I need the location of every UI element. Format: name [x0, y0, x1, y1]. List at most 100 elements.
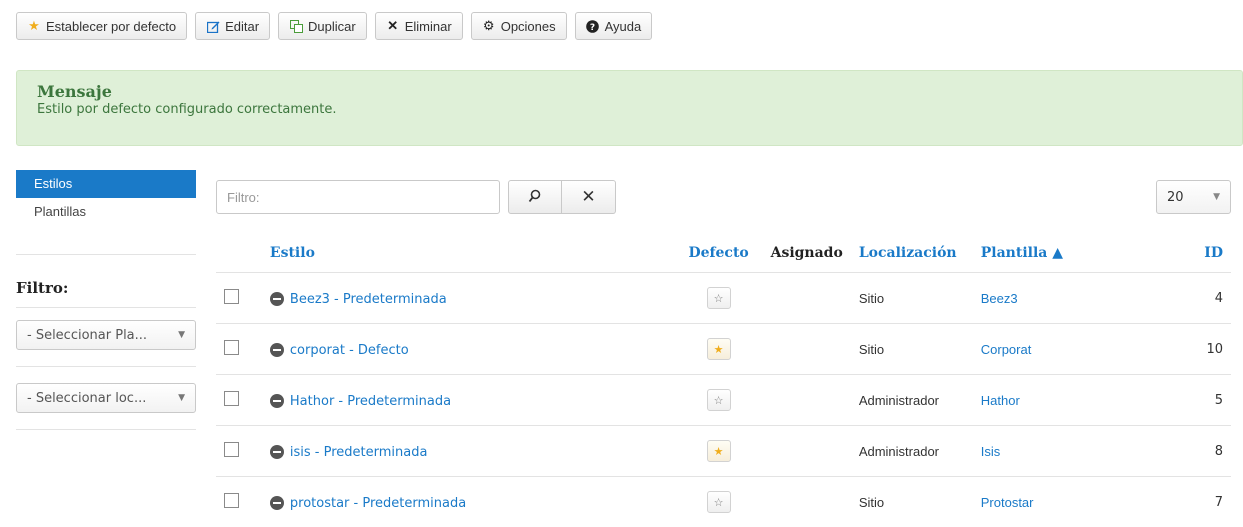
- toolbar: ★ Establecer por defecto Editar Duplicar…: [16, 12, 652, 42]
- styles-table: Estilo Defecto Asignado Localización Pla…: [216, 234, 1231, 527]
- default-star-button[interactable]: ★: [707, 440, 731, 462]
- template-link[interactable]: Hathor: [973, 375, 1129, 426]
- help-label: Ayuda: [605, 19, 642, 34]
- edit-icon: [206, 19, 220, 33]
- style-name: Hathor - Predeterminada: [290, 394, 451, 409]
- chevron-down-icon: ▼: [178, 393, 185, 403]
- location-cell: Administrador: [851, 375, 973, 426]
- duplicate-label: Duplicar: [308, 19, 356, 34]
- status-icon: [270, 394, 284, 408]
- style-link[interactable]: isis - Predeterminada: [270, 445, 428, 460]
- id-cell: 8: [1128, 426, 1231, 477]
- header-assigned: Asignado: [763, 234, 851, 273]
- star-outline-icon: ☆: [714, 496, 724, 509]
- header-style[interactable]: Estilo: [262, 234, 675, 273]
- help-icon: ?: [586, 19, 600, 33]
- header-location[interactable]: Localización: [851, 234, 973, 273]
- set-default-star-button[interactable]: ☆: [707, 287, 731, 309]
- id-cell: 7: [1128, 477, 1231, 527]
- location-filter-value: - Seleccionar loc...: [27, 391, 146, 406]
- assigned-cell: [763, 375, 851, 426]
- assigned-cell: [763, 324, 851, 375]
- style-link[interactable]: protostar - Predeterminada: [270, 496, 466, 511]
- location-filter-select[interactable]: - Seleccionar loc... ▼: [16, 383, 196, 413]
- row-checkbox[interactable]: [224, 289, 239, 304]
- row-checkbox[interactable]: [224, 493, 239, 508]
- help-button[interactable]: ? Ayuda: [575, 12, 653, 40]
- table-row: corporat - Defecto ★ Sitio Corporat 10: [216, 324, 1231, 375]
- style-link[interactable]: Beez3 - Predeterminada: [270, 292, 447, 307]
- default-star-button[interactable]: ★: [707, 338, 731, 360]
- status-icon: [270, 292, 284, 306]
- clear-button[interactable]: ✕: [562, 180, 616, 214]
- template-link[interactable]: Isis: [973, 426, 1129, 477]
- style-name: protostar - Predeterminada: [290, 496, 466, 511]
- chevron-down-icon: ▼: [178, 330, 185, 340]
- table-header-row: Estilo Defecto Asignado Localización Pla…: [216, 234, 1231, 273]
- template-link[interactable]: Corporat: [973, 324, 1129, 375]
- success-message: Mensaje Estilo por defecto configurado c…: [16, 70, 1243, 146]
- star-icon: ★: [714, 343, 724, 356]
- assigned-cell: [763, 477, 851, 527]
- style-link[interactable]: corporat - Defecto: [270, 343, 409, 358]
- id-cell: 4: [1128, 273, 1231, 324]
- template-filter-select[interactable]: - Seleccionar Pla... ▼: [16, 320, 196, 350]
- options-button[interactable]: ⚙ Opciones: [471, 12, 567, 40]
- gear-icon: ⚙: [482, 19, 496, 33]
- list-limit-select[interactable]: 20 ▼: [1156, 180, 1231, 214]
- header-default[interactable]: Defecto: [675, 234, 763, 273]
- template-link[interactable]: Protostar: [973, 477, 1129, 527]
- message-text: Estilo por defecto configurado correctam…: [37, 101, 1222, 119]
- row-checkbox[interactable]: [224, 442, 239, 457]
- filter-title: Filtro:: [16, 273, 196, 308]
- table-row: Beez3 - Predeterminada ☆ Sitio Beez3 4: [216, 273, 1231, 324]
- set-default-button[interactable]: ★ Establecer por defecto: [16, 12, 187, 40]
- close-icon: ✕: [386, 19, 400, 33]
- delete-button[interactable]: ✕ Eliminar: [375, 12, 463, 40]
- set-default-star-button[interactable]: ☆: [707, 389, 731, 411]
- location-cell: Sitio: [851, 324, 973, 375]
- options-label: Opciones: [501, 19, 556, 34]
- style-name: isis - Predeterminada: [290, 445, 428, 460]
- sidebar: Estilos Plantillas Filtro: - Seleccionar…: [16, 170, 196, 430]
- status-icon: [270, 343, 284, 357]
- location-cell: Sitio: [851, 273, 973, 324]
- set-default-label: Establecer por defecto: [46, 19, 176, 34]
- search-button[interactable]: [508, 180, 562, 214]
- star-icon: ★: [714, 445, 724, 458]
- header-id[interactable]: ID: [1128, 234, 1231, 273]
- assigned-cell: [763, 426, 851, 477]
- search-bar: Filtro: ✕: [216, 180, 616, 214]
- message-title: Mensaje: [37, 83, 1222, 101]
- header-checkbox-cell: [216, 234, 262, 273]
- star-outline-icon: ☆: [714, 394, 724, 407]
- edit-button[interactable]: Editar: [195, 12, 270, 40]
- id-cell: 10: [1128, 324, 1231, 375]
- chevron-down-icon: ▼: [1213, 192, 1220, 202]
- status-icon: [270, 445, 284, 459]
- template-link[interactable]: Beez3: [973, 273, 1129, 324]
- row-checkbox[interactable]: [224, 340, 239, 355]
- style-name: corporat - Defecto: [290, 343, 409, 358]
- star-icon: ★: [27, 19, 41, 33]
- location-cell: Sitio: [851, 477, 973, 527]
- style-link[interactable]: Hathor - Predeterminada: [270, 394, 451, 409]
- table-row: Hathor - Predeterminada ☆ Administrador …: [216, 375, 1231, 426]
- table-row: isis - Predeterminada ★ Administrador Is…: [216, 426, 1231, 477]
- id-cell: 5: [1128, 375, 1231, 426]
- sidebar-item-templates[interactable]: Plantillas: [16, 198, 196, 226]
- template-filter-value: - Seleccionar Pla...: [27, 328, 147, 343]
- search-input[interactable]: Filtro:: [216, 180, 500, 214]
- set-default-star-button[interactable]: ☆: [707, 491, 731, 513]
- copy-icon: [289, 19, 303, 33]
- sidebar-item-styles[interactable]: Estilos: [16, 170, 196, 198]
- search-icon: [528, 188, 542, 207]
- table-row: protostar - Predeterminada ☆ Sitio Proto…: [216, 477, 1231, 527]
- row-checkbox[interactable]: [224, 391, 239, 406]
- star-outline-icon: ☆: [714, 292, 724, 305]
- header-template[interactable]: Plantilla ▲: [973, 234, 1129, 273]
- close-icon: ✕: [581, 187, 595, 207]
- status-icon: [270, 496, 284, 510]
- duplicate-button[interactable]: Duplicar: [278, 12, 367, 40]
- svg-text:?: ?: [590, 23, 595, 33]
